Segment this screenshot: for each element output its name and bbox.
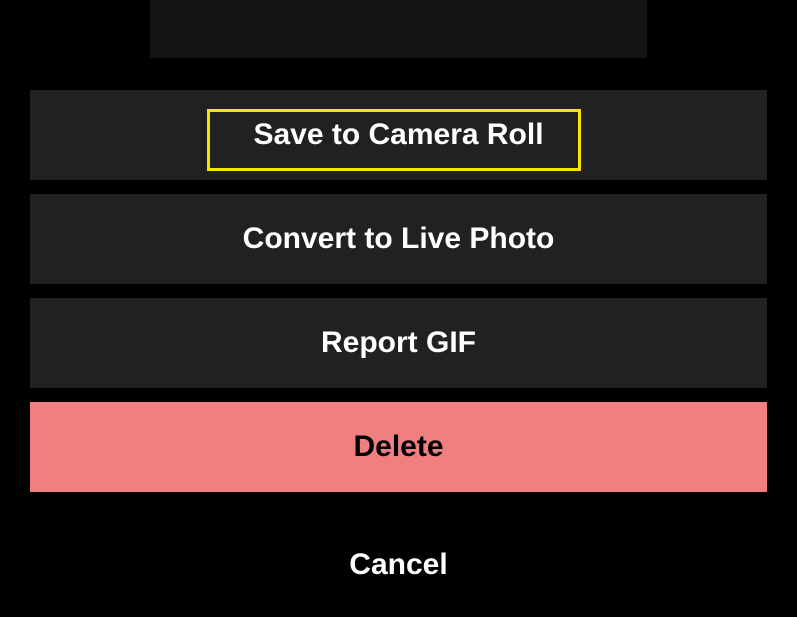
save-to-camera-roll-button[interactable]: Save to Camera Roll: [30, 90, 767, 180]
convert-to-live-photo-button[interactable]: Convert to Live Photo: [30, 194, 767, 284]
delete-label: Delete: [353, 430, 443, 464]
cancel-button[interactable]: Cancel: [30, 520, 767, 610]
report-gif-button[interactable]: Report GIF: [30, 298, 767, 388]
preview-area: [150, 0, 647, 58]
save-row-wrapper: Save to Camera Roll: [30, 90, 767, 180]
save-label: Save to Camera Roll: [253, 118, 543, 152]
report-label: Report GIF: [321, 326, 476, 360]
delete-button[interactable]: Delete: [30, 402, 767, 492]
cancel-label: Cancel: [349, 548, 447, 582]
action-sheet: Save to Camera Roll Convert to Live Phot…: [30, 90, 767, 610]
convert-label: Convert to Live Photo: [243, 222, 555, 256]
